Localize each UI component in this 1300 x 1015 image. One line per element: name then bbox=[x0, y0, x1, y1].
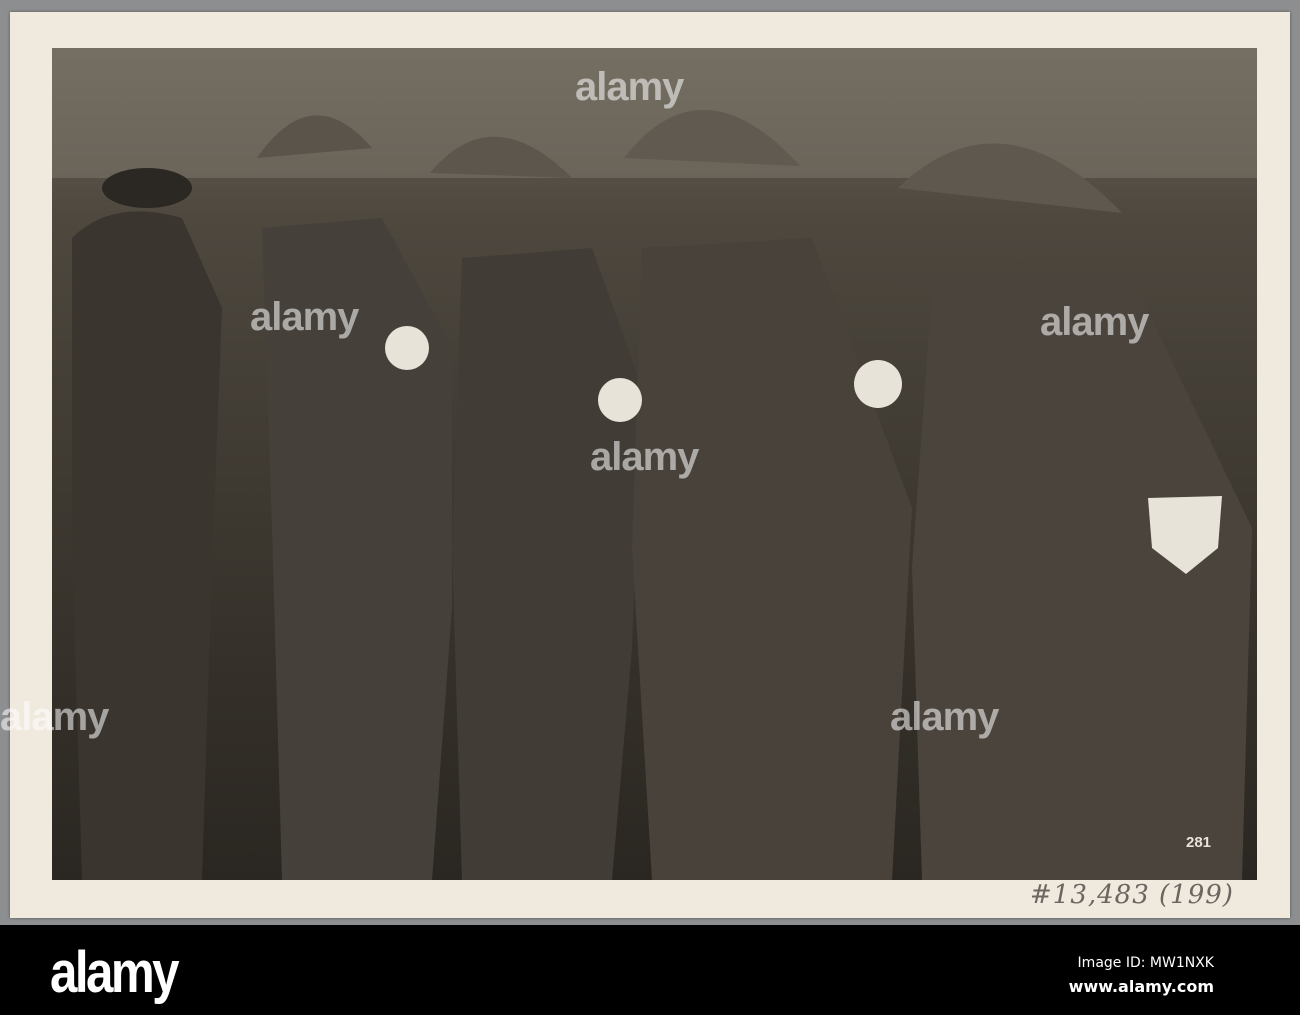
watermark: alamy bbox=[0, 695, 109, 739]
alamy-logo: alamy bbox=[50, 940, 180, 1005]
watermark: alamy bbox=[575, 65, 684, 109]
watermark: alamy bbox=[250, 295, 359, 339]
site-url: www.alamy.com bbox=[1068, 977, 1214, 996]
image-id: Image ID: MW1NXK bbox=[1077, 955, 1214, 971]
footer-bar: alamy Image ID: MW1NXK www.alamy.com bbox=[0, 925, 1300, 1015]
handwritten-catalog-number: #13,483 (199) bbox=[1030, 880, 1234, 910]
watermark: alamy bbox=[890, 695, 999, 739]
print-number: 281 bbox=[1186, 834, 1212, 851]
watermark: alamy bbox=[1040, 300, 1149, 344]
watermark: alamy bbox=[590, 435, 699, 479]
